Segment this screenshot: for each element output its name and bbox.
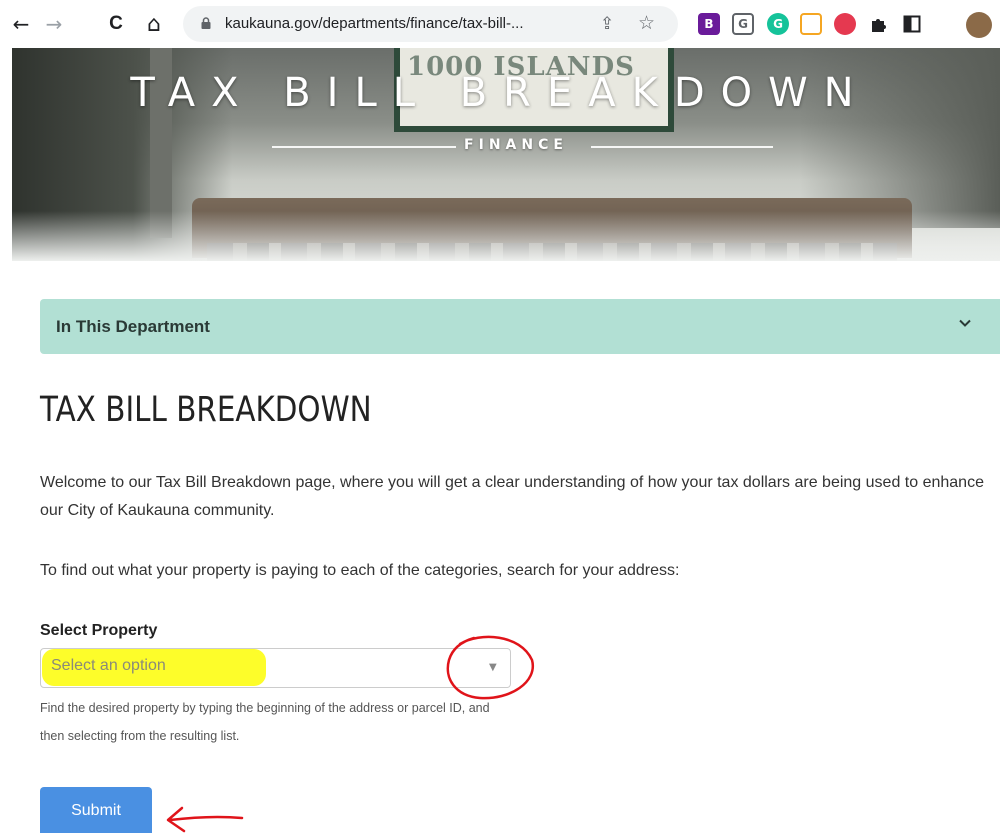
url-text[interactable]: kaukauna.gov/departments/finance/tax-bil…: [225, 15, 524, 32]
extension-grammarly-label: G: [773, 17, 783, 31]
intro-paragraph: Welcome to our Tax Bill Breakdown page, …: [40, 474, 984, 519]
chevron-down-icon[interactable]: [958, 316, 972, 330]
address-bar[interactable]: kaukauna.gov/departments/finance/tax-bil…: [183, 6, 678, 42]
share-icon[interactable]: ⇪: [600, 14, 614, 34]
in-this-department-accordion[interactable]: In This Department: [40, 299, 1000, 354]
submit-button[interactable]: Submit: [40, 787, 152, 833]
extension-b-label: B: [704, 17, 714, 31]
select-placeholder[interactable]: Select an option: [51, 657, 166, 675]
extension-orange-icon[interactable]: [800, 13, 822, 35]
browser-toolbar: ← → C ⌂ kaukauna.gov/departments/finance…: [0, 0, 1000, 48]
extension-b-icon[interactable]: B: [698, 13, 720, 35]
back-arrow-icon[interactable]: ←: [7, 10, 35, 38]
extension-reader-label: G: [738, 17, 748, 31]
extension-grammarly-icon[interactable]: G: [767, 13, 789, 35]
reload-icon[interactable]: C: [102, 10, 130, 38]
select-help-text: Find the desired property by typing the …: [40, 701, 490, 743]
lock-icon[interactable]: [201, 17, 211, 29]
profile-avatar[interactable]: [966, 12, 992, 38]
forward-arrow-icon[interactable]: →: [40, 10, 68, 38]
home-icon[interactable]: ⌂: [140, 10, 168, 38]
extension-reader-icon[interactable]: G: [732, 13, 754, 35]
select-property-label: Select Property: [40, 622, 158, 639]
dropdown-arrow-icon[interactable]: ▼: [489, 662, 497, 673]
hero-subtitle: FINANCE: [464, 137, 568, 153]
hero-snow: [12, 211, 1000, 261]
department-label: In This Department: [56, 317, 210, 336]
instruction-text: To find out what your property is paying…: [40, 562, 680, 579]
extension-red-icon[interactable]: [834, 13, 856, 35]
bookmark-star-icon[interactable]: ☆: [638, 12, 655, 34]
red-arrow-annotation: [166, 806, 244, 833]
side-panel-icon[interactable]: [903, 15, 921, 33]
hero-title: TAX BILL BREAKDOWN: [130, 70, 870, 116]
page-title: TAX BILL BREAKDOWN: [40, 390, 372, 430]
puzzle-extensions-icon[interactable]: [869, 14, 889, 34]
